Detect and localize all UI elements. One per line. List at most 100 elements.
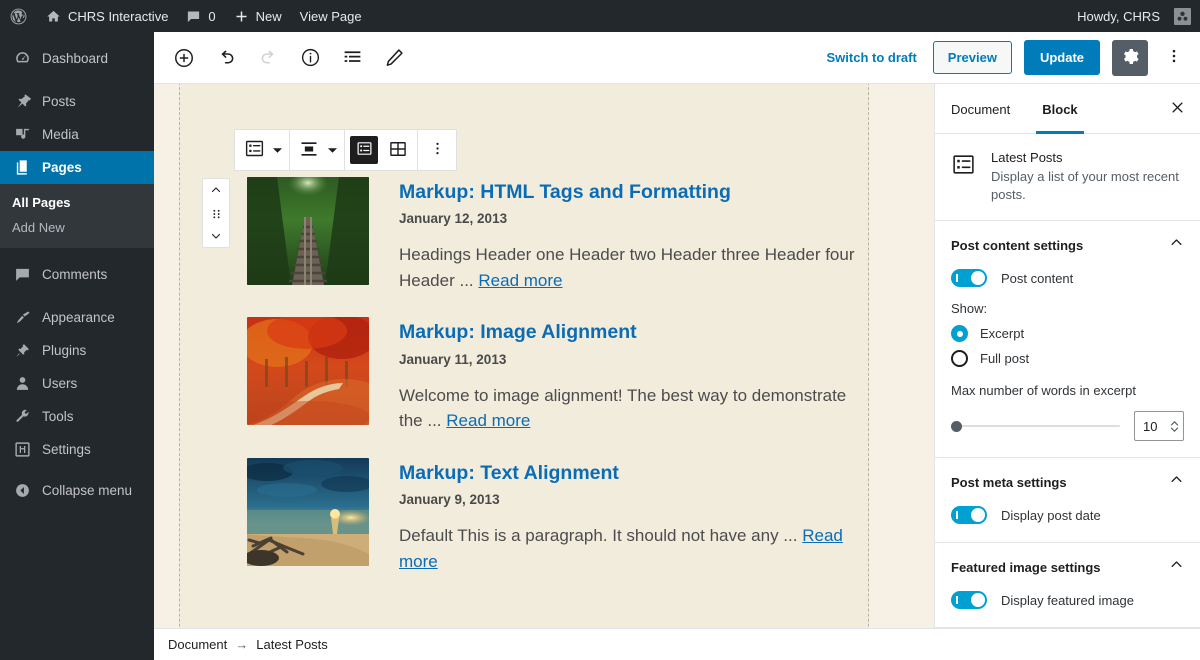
account-menu-button[interactable]: Howdy, CHRS: [1068, 0, 1200, 32]
panel-post-content-settings: Post content settings Post content Show:…: [935, 221, 1200, 459]
breadcrumb-root[interactable]: Document: [168, 637, 227, 652]
list-layout-button[interactable]: [350, 136, 378, 164]
alignment-group: [290, 130, 345, 170]
comment-bubble-icon: [186, 9, 201, 24]
comments-button[interactable]: 0: [177, 0, 224, 32]
edit-mode-button[interactable]: [376, 40, 412, 76]
submenu-item-all-pages[interactable]: All Pages: [0, 190, 154, 215]
wordpress-logo-button[interactable]: [0, 0, 37, 32]
new-content-button[interactable]: New: [225, 0, 291, 32]
block-type-group: [235, 130, 290, 170]
menu-spacer: [0, 291, 154, 301]
sidebar-item-settings[interactable]: Settings: [0, 433, 154, 466]
sidebar-item-media[interactable]: Media: [0, 118, 154, 151]
pages-icon: [12, 158, 32, 178]
update-button[interactable]: Update: [1023, 40, 1100, 75]
block-more-options-button[interactable]: [420, 130, 454, 170]
admin-bar-right: Howdy, CHRS: [1068, 0, 1200, 32]
sidebar-item-posts[interactable]: Posts: [0, 85, 154, 118]
toggle-label: Display post date: [1001, 507, 1101, 523]
preview-button[interactable]: Preview: [932, 41, 1012, 74]
align-chevron-down-icon[interactable]: [326, 130, 342, 170]
read-more-link[interactable]: Read more: [478, 271, 562, 290]
post-thumbnail[interactable]: [247, 177, 369, 285]
move-down-button[interactable]: [208, 230, 224, 242]
display-post-date-toggle[interactable]: [951, 506, 987, 525]
tab-block[interactable]: Block: [1026, 84, 1093, 134]
close-sidebar-button[interactable]: [1154, 84, 1200, 134]
pages-submenu: All Pages Add New: [0, 184, 154, 248]
wrench-icon: [12, 407, 32, 427]
media-icon: [12, 125, 32, 145]
panel-header[interactable]: Featured image settings: [951, 557, 1184, 577]
radio-excerpt[interactable]: Excerpt: [951, 325, 1184, 343]
post-thumbnail[interactable]: [247, 317, 369, 426]
align-center-icon: [299, 139, 319, 162]
redo-button[interactable]: [250, 40, 286, 76]
info-button[interactable]: [292, 40, 328, 76]
sidebar-item-plugins[interactable]: Plugins: [0, 334, 154, 367]
site-name-button[interactable]: CHRS Interactive: [37, 0, 177, 32]
sidebar-item-pages[interactable]: Pages: [0, 151, 154, 184]
post-thumbnail[interactable]: [247, 457, 369, 566]
undo-button[interactable]: [208, 40, 244, 76]
block-type-button[interactable]: [237, 130, 271, 170]
radio-full-post[interactable]: Full post: [951, 350, 1184, 368]
list-item: Markup: Image Alignment January 11, 2013…: [247, 317, 867, 433]
post-date: January 11, 2013: [399, 351, 507, 367]
more-options-button[interactable]: [1160, 40, 1188, 76]
post-title-link[interactable]: Markup: Image Alignment: [399, 321, 867, 344]
sidebar-item-comments[interactable]: Comments: [0, 258, 154, 291]
sidebar-item-dashboard[interactable]: Dashboard: [0, 42, 154, 75]
panel-title: Post meta settings: [951, 474, 1067, 490]
quantity-stepper[interactable]: [1170, 420, 1179, 432]
chevron-up-icon[interactable]: [1169, 557, 1184, 577]
editor-canvas[interactable]: Markup: HTML Tags and Formatting January…: [154, 84, 934, 660]
menu-spacer: [0, 75, 154, 85]
collapse-menu-button[interactable]: Collapse menu: [0, 474, 154, 507]
display-featured-image-toggle[interactable]: [951, 591, 987, 610]
max-words-control: 10: [951, 411, 1184, 442]
post-content-toggle[interactable]: [951, 269, 987, 288]
post-excerpt-text: Headings Header one Header two Header th…: [399, 245, 855, 290]
post-content: Markup: Image Alignment January 11, 2013…: [399, 317, 867, 433]
radio-label: Excerpt: [980, 326, 1025, 342]
slider-thumb[interactable]: [951, 421, 962, 433]
breadcrumb-separator: →: [235, 637, 249, 652]
submenu-item-add-new[interactable]: Add New: [0, 215, 154, 240]
list-view-button[interactable]: [334, 40, 370, 76]
sidebar-item-users[interactable]: Users: [0, 367, 154, 400]
tab-document[interactable]: Document: [935, 84, 1026, 134]
layout-group: [345, 130, 418, 170]
sidebar-item-tools[interactable]: Tools: [0, 400, 154, 433]
chevron-up-icon[interactable]: [1169, 472, 1184, 492]
post-title-link[interactable]: Markup: HTML Tags and Formatting: [399, 181, 867, 204]
panel-header[interactable]: Post meta settings: [951, 472, 1184, 492]
block-more-group: [418, 130, 456, 170]
view-page-button[interactable]: View Page: [291, 0, 371, 32]
max-words-slider[interactable]: [951, 417, 1120, 435]
latest-posts-icon: [244, 138, 265, 162]
block-card-text: Latest Posts Display a list of your most…: [991, 150, 1184, 204]
grid-layout-button[interactable]: [381, 130, 415, 170]
chevron-up-icon[interactable]: [1169, 235, 1184, 255]
pin-icon: [12, 92, 32, 112]
sidebar-item-appearance[interactable]: Appearance: [0, 301, 154, 334]
drag-handle-icon[interactable]: [210, 207, 223, 220]
align-button[interactable]: [292, 130, 326, 170]
sidebar-item-label: Dashboard: [42, 51, 109, 66]
settings-gear-button[interactable]: [1112, 39, 1148, 76]
add-block-button[interactable]: [166, 40, 202, 76]
block-type-chevron-down-icon[interactable]: [271, 130, 287, 170]
post-title-link[interactable]: Markup: Text Alignment: [399, 462, 867, 485]
editor-header-actions: Switch to draft Preview Update: [823, 39, 1189, 76]
breadcrumb-current[interactable]: Latest Posts: [256, 637, 328, 652]
panel-header[interactable]: Post content settings: [951, 235, 1184, 255]
admin-bar: CHRS Interactive 0 New View Page Howdy, …: [0, 0, 1200, 32]
radio-indicator: [951, 325, 968, 343]
comments-count: 0: [208, 8, 216, 24]
switch-to-draft-button[interactable]: Switch to draft: [823, 44, 921, 71]
read-more-link[interactable]: Read more: [446, 411, 530, 430]
move-up-button[interactable]: [208, 184, 224, 196]
max-words-number-input[interactable]: 10: [1134, 411, 1184, 442]
